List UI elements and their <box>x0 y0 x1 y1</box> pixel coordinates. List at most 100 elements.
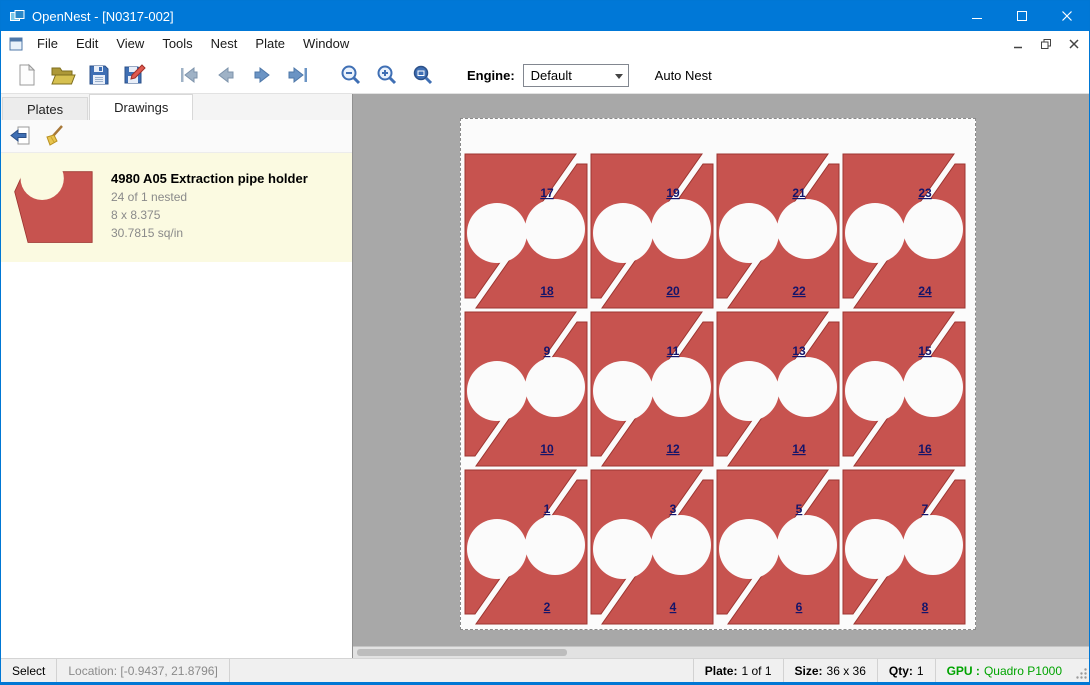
part-number: 16 <box>918 442 932 456</box>
save-icon[interactable] <box>81 60 117 90</box>
status-size: Size:36 x 36 <box>783 659 877 682</box>
nest-pair-cell[interactable]: 1 2 <box>463 468 589 626</box>
part-hole <box>593 519 653 579</box>
go-first-icon[interactable] <box>171 60 207 90</box>
part-hole <box>777 515 837 575</box>
nest-canvas[interactable]: 17 18 19 20 21 22 23 24 9 10 <box>353 94 1089 658</box>
window-title: OpenNest - [N0317-002] <box>32 9 174 24</box>
go-next-icon[interactable] <box>243 60 279 90</box>
status-gpu: GPU :Quadro P1000 <box>935 659 1073 682</box>
nest-pair-cell[interactable]: 17 18 <box>463 152 589 310</box>
child-close-icon[interactable] <box>1064 35 1084 53</box>
drawing-list-item[interactable]: 4980 A05 Extraction pipe holder 24 of 1 … <box>1 153 352 262</box>
app-icon <box>9 8 25 24</box>
save-edit-icon[interactable] <box>117 60 153 90</box>
menu-nest[interactable]: Nest <box>202 31 247 57</box>
menu-window[interactable]: Window <box>294 31 358 57</box>
menu-view[interactable]: View <box>107 31 153 57</box>
new-document-icon[interactable] <box>9 60 45 90</box>
nest-pair-cell[interactable]: 11 12 <box>589 310 715 468</box>
nest-grid: 17 18 19 20 21 22 23 24 9 10 <box>463 152 967 626</box>
nest-pair-cell[interactable]: 13 14 <box>715 310 841 468</box>
nest-pair-cell[interactable]: 19 20 <box>589 152 715 310</box>
window-maximize-icon[interactable] <box>999 1 1044 31</box>
plate[interactable]: 17 18 19 20 21 22 23 24 9 10 <box>460 118 976 630</box>
nest-pair-cell[interactable]: 9 10 <box>463 310 589 468</box>
part-number: 13 <box>792 344 806 358</box>
nest-pair-cell[interactable]: 3 4 <box>589 468 715 626</box>
clear-broom-icon[interactable] <box>40 123 68 149</box>
chevron-down-icon <box>615 74 623 79</box>
menu-file[interactable]: File <box>28 31 67 57</box>
part-number: 17 <box>540 186 554 200</box>
child-restore-icon[interactable] <box>1036 35 1056 53</box>
horizontal-scrollbar[interactable] <box>353 646 1089 658</box>
part-number: 10 <box>540 442 554 456</box>
part-hole <box>525 199 585 259</box>
part-number: 1 <box>544 502 551 516</box>
nest-pair-cell[interactable]: 15 16 <box>841 310 967 468</box>
part-hole <box>651 199 711 259</box>
part-hole <box>651 357 711 417</box>
part-hole <box>651 515 711 575</box>
part-hole <box>845 519 905 579</box>
part-number: 5 <box>796 502 803 516</box>
engine-value: Default <box>531 68 572 83</box>
window-minimize-icon[interactable] <box>954 1 999 31</box>
menu-items: FileEditViewToolsNestPlateWindow <box>28 31 358 57</box>
nest-pair-cell[interactable]: 21 22 <box>715 152 841 310</box>
part-number: 7 <box>922 502 929 516</box>
part-hole <box>903 199 963 259</box>
nest-pair-cell[interactable]: 7 8 <box>841 468 967 626</box>
part-number: 18 <box>540 284 554 298</box>
part-hole <box>593 361 653 421</box>
menu-plate[interactable]: Plate <box>246 31 294 57</box>
zoom-out-icon[interactable] <box>333 60 369 90</box>
drawings-list: 4980 A05 Extraction pipe holder 24 of 1 … <box>1 153 352 658</box>
part-number: 21 <box>792 186 806 200</box>
tab-plates[interactable]: Plates <box>2 97 88 120</box>
engine-select[interactable]: Default <box>523 64 629 87</box>
sidebar-tabs: PlatesDrawings <box>1 94 352 120</box>
tab-drawings[interactable]: Drawings <box>89 94 193 120</box>
zoom-fit-icon[interactable] <box>405 60 441 90</box>
part-number: 9 <box>544 344 551 358</box>
part-hole <box>845 203 905 263</box>
app-window: OpenNest - [N0317-002] FileEditViewTools… <box>0 0 1090 685</box>
menu-edit[interactable]: Edit <box>67 31 107 57</box>
nest-pair-cell[interactable]: 5 6 <box>715 468 841 626</box>
document-icon <box>8 36 24 52</box>
auto-nest-button[interactable]: Auto Nest <box>655 68 712 83</box>
go-last-icon[interactable] <box>279 60 315 90</box>
part-hole <box>467 203 527 263</box>
menubar: FileEditViewToolsNestPlateWindow <box>1 31 1089 57</box>
status-location: Location: [-0.9437, 21.8796] <box>57 659 229 682</box>
part-number: 2 <box>544 600 551 614</box>
part-hole <box>467 519 527 579</box>
menu-tools[interactable]: Tools <box>153 31 201 57</box>
part-number: 3 <box>670 502 677 516</box>
drawings-toolbar <box>1 120 352 153</box>
drawing-area: 30.7815 sq/in <box>111 226 308 240</box>
part-hole <box>719 203 779 263</box>
scrollbar-thumb[interactable] <box>357 649 567 656</box>
resize-grip[interactable] <box>1073 659 1089 682</box>
part-number: 22 <box>792 284 806 298</box>
toolbar: Engine: Default Auto Nest <box>1 57 1089 94</box>
part-hole <box>525 357 585 417</box>
send-to-plate-icon[interactable] <box>6 123 34 149</box>
part-hole <box>719 361 779 421</box>
window-close-icon[interactable] <box>1044 1 1089 31</box>
status-plate: Plate:1 of 1 <box>693 659 783 682</box>
part-number: 23 <box>918 186 932 200</box>
go-previous-icon[interactable] <box>207 60 243 90</box>
part-hole <box>777 357 837 417</box>
open-folder-icon[interactable] <box>45 60 81 90</box>
mdi-controls <box>1008 35 1084 53</box>
child-minimize-icon[interactable] <box>1008 35 1028 53</box>
zoom-in-icon[interactable] <box>369 60 405 90</box>
part-number: 24 <box>918 284 932 298</box>
part-number: 15 <box>918 344 932 358</box>
nest-pair-cell[interactable]: 23 24 <box>841 152 967 310</box>
sidebar: PlatesDrawings <box>1 94 353 658</box>
